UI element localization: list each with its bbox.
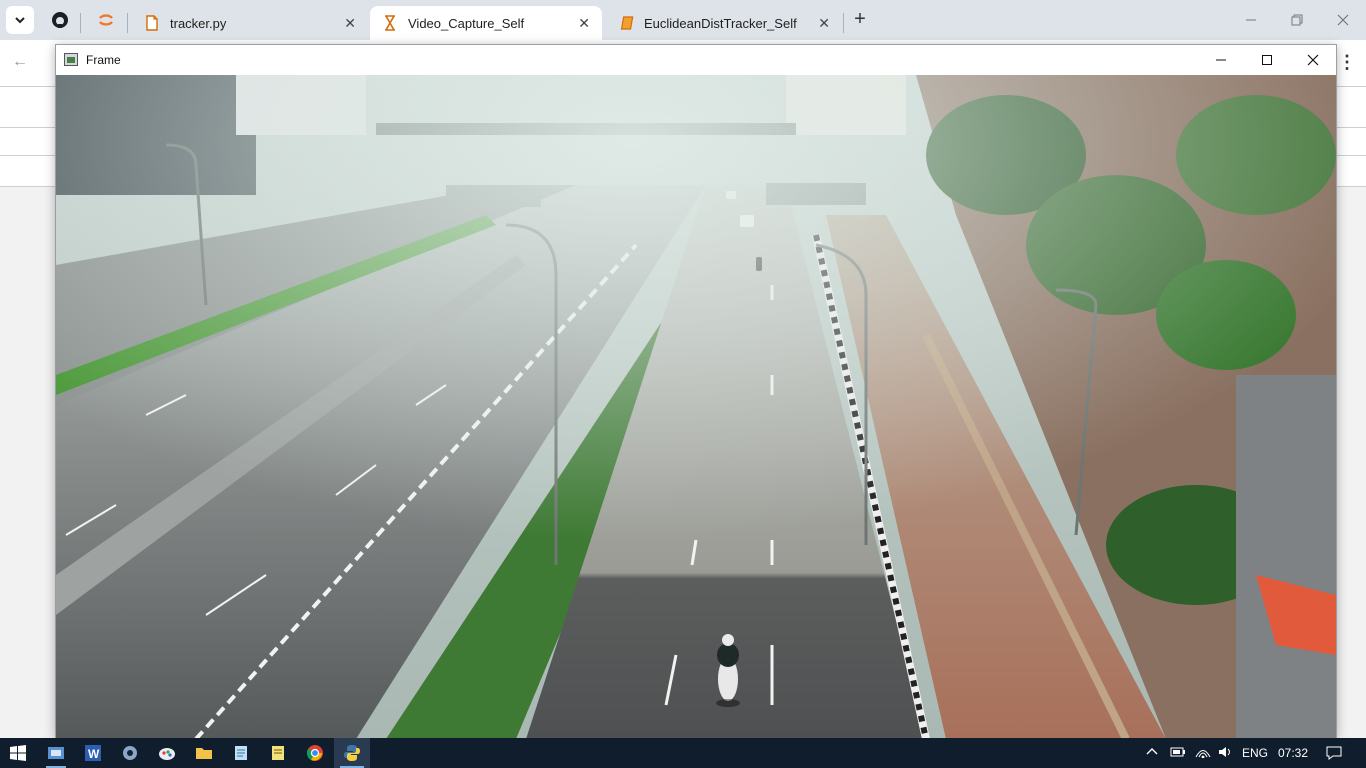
notepad-icon — [235, 746, 247, 760]
taskbar-settings-app[interactable] — [112, 738, 148, 768]
close-icon — [1307, 54, 1319, 66]
windows-taskbar: W ENG 07:32 — [0, 738, 1366, 768]
language-indicator[interactable]: ENG — [1242, 746, 1268, 760]
tab-separator — [80, 13, 81, 33]
python-icon — [344, 745, 360, 761]
tab-separator — [843, 13, 844, 33]
show-hidden-icons-button[interactable] — [1146, 746, 1158, 761]
document-icon — [146, 15, 158, 31]
video-frame — [56, 75, 1336, 739]
file-explorer-icon — [196, 748, 212, 759]
taskbar-file-explorer[interactable] — [186, 738, 222, 768]
browser-close-button[interactable] — [1320, 0, 1366, 40]
taskbar-notes[interactable] — [260, 738, 296, 768]
tab-close-icon[interactable]: ✕ — [344, 15, 356, 31]
taskbar-clock[interactable]: 07:32 — [1278, 746, 1308, 760]
svg-text:W: W — [88, 747, 100, 761]
frame-close-button[interactable] — [1290, 45, 1336, 75]
browser-tabstrip: tracker.py ✕ Video_Capture_Self ✕ Euclid… — [0, 0, 1366, 40]
minimize-icon — [1216, 59, 1226, 61]
tab-close-icon[interactable]: ✕ — [578, 15, 590, 31]
frame-window[interactable]: Frame — [55, 44, 1337, 739]
notes-icon — [272, 746, 284, 760]
close-icon — [1337, 14, 1349, 26]
restore-icon — [1291, 14, 1303, 26]
notification-center-button[interactable] — [1326, 746, 1342, 763]
start-button[interactable] — [0, 738, 36, 768]
tab-search-button[interactable] — [6, 6, 34, 34]
pinned-tab-jupyter[interactable] — [89, 6, 123, 34]
wifi-icon — [1195, 750, 1211, 759]
pinned-tab-github[interactable] — [43, 6, 77, 34]
speaker-icon — [1219, 747, 1230, 757]
taskbar-python[interactable] — [334, 738, 370, 768]
hourglass-icon — [385, 15, 395, 31]
tab-label: Video_Capture_Self — [408, 15, 525, 31]
battery-status[interactable] — [1170, 746, 1186, 761]
page-panel — [0, 86, 56, 186]
page-panel — [1336, 86, 1366, 186]
volume-control[interactable] — [1218, 746, 1234, 761]
battery-icon — [1170, 747, 1185, 757]
taskbar-word[interactable]: W — [75, 738, 111, 768]
paint-icon — [159, 748, 175, 760]
notebook-icon — [620, 16, 634, 30]
taskbar-notepad[interactable] — [223, 738, 259, 768]
window-title: Frame — [86, 53, 121, 67]
frame-maximize-button[interactable] — [1244, 45, 1290, 75]
chevron-down-icon — [15, 17, 25, 24]
chrome-icon — [306, 745, 323, 761]
control-panel-icon — [48, 747, 64, 759]
tab-label: EuclideanDistTracker_Self — [644, 15, 797, 31]
frame-minimize-button[interactable] — [1198, 45, 1244, 75]
frame-titlebar[interactable]: Frame — [56, 45, 1336, 75]
browser-restore-button[interactable] — [1274, 0, 1320, 40]
network-status[interactable] — [1195, 746, 1211, 761]
new-tab-button[interactable]: + — [848, 8, 872, 32]
start-icon — [10, 745, 26, 761]
browser-menu-button[interactable]: ⋮ — [1338, 52, 1356, 73]
tab-separator — [127, 13, 128, 33]
jupyter-icon — [99, 14, 113, 26]
github-icon — [52, 12, 68, 28]
settings-app-icon — [123, 746, 137, 760]
tab-label: tracker.py — [170, 15, 227, 31]
chevron-up-icon — [1146, 748, 1158, 755]
highway-video-image — [56, 75, 1336, 739]
back-button[interactable]: ← — [12, 53, 28, 71]
taskbar-chrome[interactable] — [297, 738, 333, 768]
taskbar-control-panel[interactable] — [38, 738, 74, 768]
maximize-icon — [1262, 55, 1272, 65]
tab-close-icon[interactable]: ✕ — [818, 15, 830, 31]
browser-minimize-button[interactable] — [1228, 0, 1274, 40]
tab-tracker-py[interactable]: tracker.py ✕ — [132, 6, 368, 40]
minimize-icon — [1246, 19, 1256, 21]
tab-euclidean-dist-tracker-self[interactable]: EuclideanDistTracker_Self ✕ — [606, 6, 842, 40]
tab-video-capture-self[interactable]: Video_Capture_Self ✕ — [370, 6, 602, 40]
word-icon: W — [85, 745, 101, 761]
window-app-icon — [64, 53, 78, 66]
taskbar-paint[interactable] — [149, 738, 185, 768]
notification-icon — [1326, 746, 1342, 760]
